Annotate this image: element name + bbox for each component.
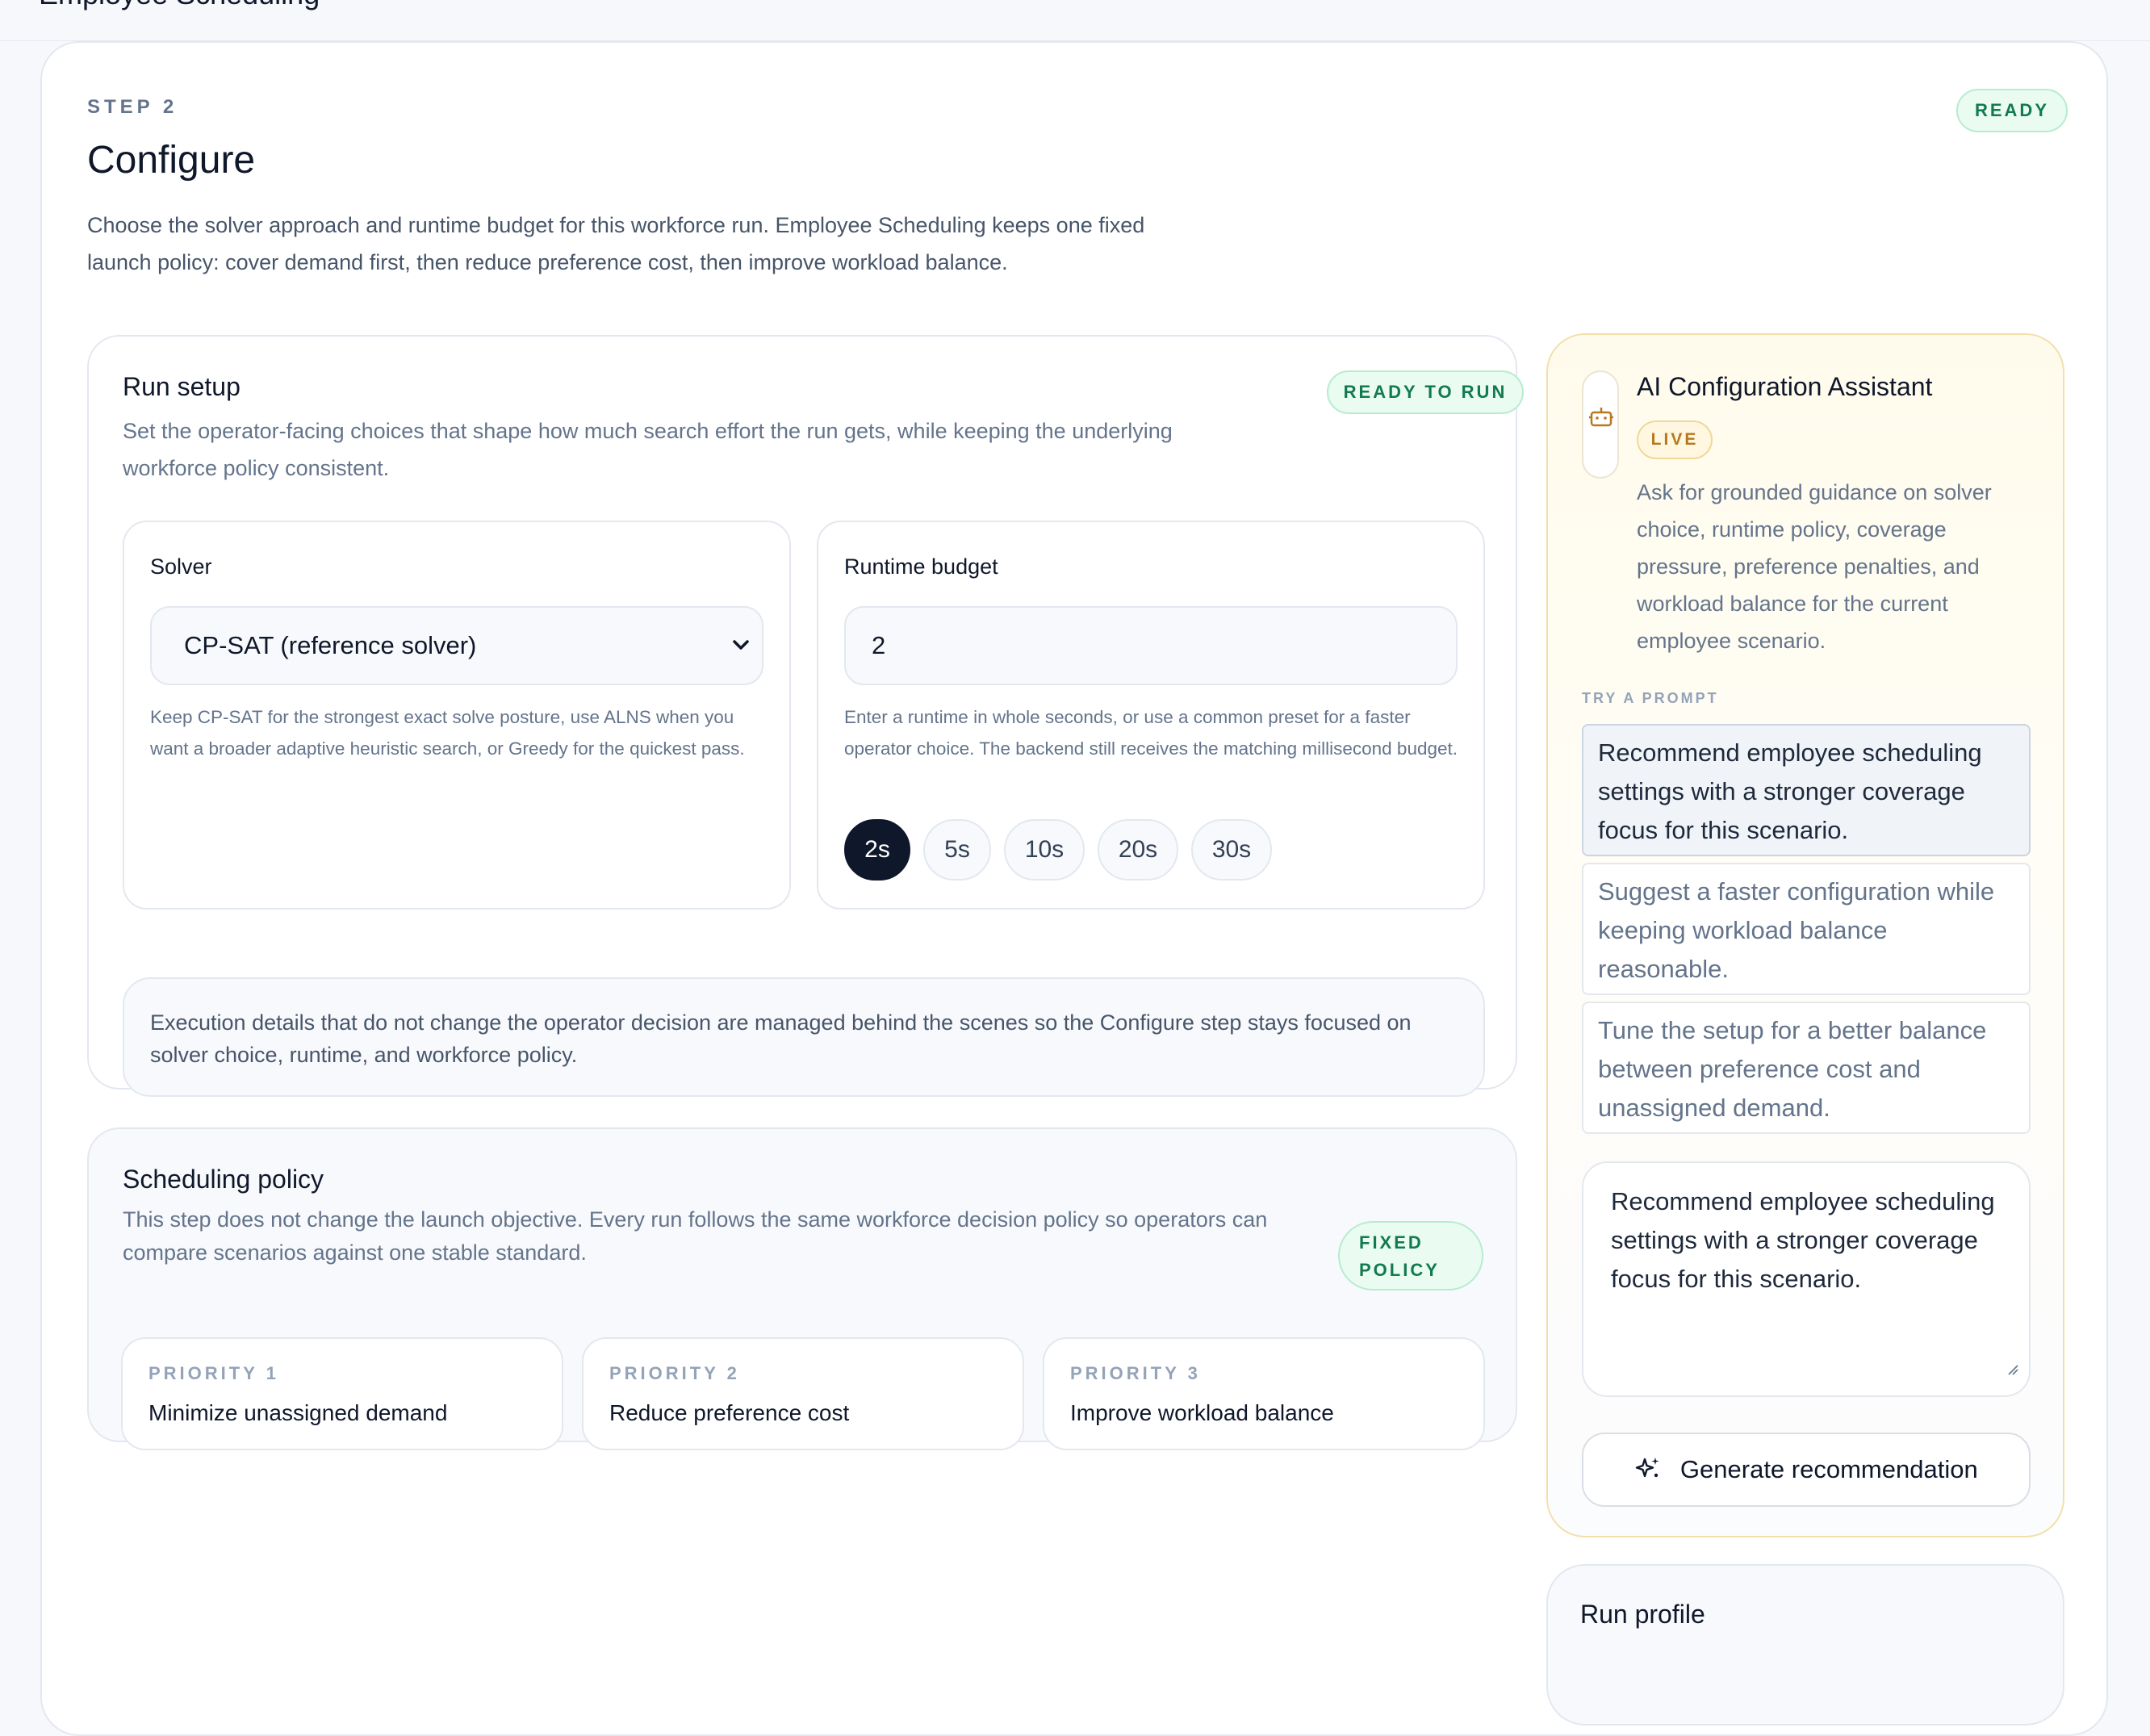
page-title: Configure (87, 139, 256, 182)
bot-icon (1582, 370, 1619, 479)
preset-5s[interactable]: 5s (923, 819, 991, 881)
generate-recommendation-label: Generate recommendation (1679, 1455, 1978, 1483)
runtime-value: 2 (872, 631, 886, 659)
fixed-policy-badge-line1: FIXED (1359, 1232, 1424, 1253)
ready-to-run-badge: READY TO RUN (1327, 370, 1524, 414)
priority-card-2: PRIORITY 2 Reduce preference cost (582, 1337, 1024, 1450)
solver-label: Solver (150, 554, 212, 579)
priority-value: Reduce preference cost (609, 1400, 850, 1425)
run-profile-panel: Run profile (1546, 1564, 2064, 1726)
step-label: STEP 2 (87, 96, 178, 118)
execution-note: Execution details that do not change the… (123, 977, 1485, 1097)
prompt-suggestion-3[interactable]: Tune the setup for a better balance betw… (1582, 1002, 2031, 1134)
solver-help: Keep CP-SAT for the strongest exact solv… (150, 707, 745, 759)
run-profile-title: Run profile (1580, 1600, 1705, 1629)
solver-card: Solver CP-SAT (reference solver) Keep CP… (123, 521, 791, 910)
try-prompt-label: TRY A PROMPT (1582, 690, 1719, 706)
scheduling-policy-title: Scheduling policy (123, 1165, 324, 1194)
priority-card-3: PRIORITY 3 Improve workload balance (1043, 1337, 1485, 1450)
priority-value: Minimize unassigned demand (148, 1400, 448, 1425)
runtime-card: Runtime budget 2 Enter a runtime in whol… (817, 521, 1485, 910)
ai-assistant-panel: AI Configuration Assistant LIVE Ask for … (1546, 333, 2064, 1537)
preset-2s[interactable]: 2s (844, 819, 910, 881)
assistant-description: Ask for grounded guidance on solver choi… (1637, 480, 1992, 653)
preset-10s[interactable]: 10s (1004, 819, 1085, 881)
run-setup-title: Run setup (123, 372, 241, 401)
run-setup-description: Set the operator-facing choices that sha… (123, 419, 1173, 480)
preset-30s[interactable]: 30s (1191, 819, 1272, 881)
prompt-suggestion-2[interactable]: Suggest a faster configuration while kee… (1582, 863, 2031, 995)
preset-20s[interactable]: 20s (1098, 819, 1178, 881)
generate-recommendation-button[interactable]: Generate recommendation (1582, 1433, 2031, 1507)
priority-card-1: PRIORITY 1 Minimize unassigned demand (121, 1337, 563, 1450)
sparkles-icon (1636, 1457, 1659, 1478)
solver-select[interactable]: CP-SAT (reference solver) (150, 606, 763, 685)
priority-value: Improve workload balance (1070, 1400, 1334, 1425)
run-setup-panel: Run setup READY TO RUN Set the operator-… (87, 335, 1524, 1097)
priority-label: PRIORITY 3 (1070, 1363, 1201, 1383)
fixed-policy-badge-line2: POLICY (1359, 1260, 1440, 1280)
runtime-input[interactable]: 2 (844, 606, 1458, 685)
runtime-label: Runtime budget (844, 554, 998, 579)
live-badge: LIVE (1637, 420, 1713, 459)
assistant-prompt-input[interactable]: Recommend employee scheduling settings w… (1582, 1161, 2031, 1397)
prompt-suggestion-1[interactable]: Recommend employee scheduling settings w… (1582, 724, 2031, 856)
fixed-policy-badge: FIXED POLICY (1338, 1221, 1483, 1290)
runtime-help: Enter a runtime in whole seconds, or use… (844, 707, 1458, 759)
priority-label: PRIORITY 2 (609, 1363, 740, 1383)
scheduling-policy-description: This step does not change the launch obj… (123, 1207, 1268, 1265)
resize-handle-icon[interactable] (2006, 1349, 2019, 1387)
app-title: Employee Scheduling (39, 0, 320, 11)
status-badge: READY (1956, 89, 2068, 132)
page-description: Choose the solver approach and runtime b… (87, 213, 1145, 274)
chevron-down-icon (725, 609, 757, 682)
assistant-title: AI Configuration Assistant (1637, 372, 1933, 401)
assistant-prompt-text: Recommend employee scheduling settings w… (1611, 1187, 1995, 1293)
priority-label: PRIORITY 1 (148, 1363, 279, 1383)
solver-selected-value: CP-SAT (reference solver) (184, 631, 477, 659)
